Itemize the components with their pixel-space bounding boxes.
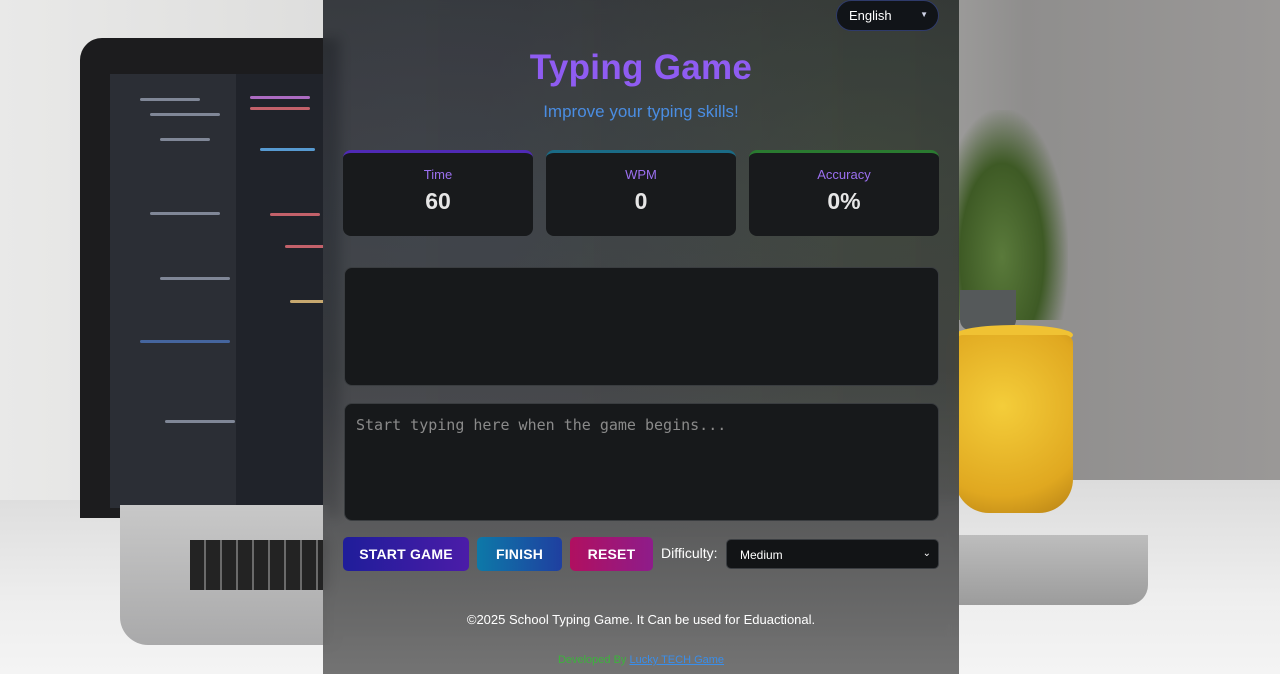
- page-title: Typing Game: [529, 48, 753, 87]
- credit-link[interactable]: Lucky TECH Game: [630, 654, 725, 666]
- background-code-line: [165, 420, 235, 423]
- page-subtitle: Improve your typing skills!: [543, 102, 739, 121]
- footer-copyright: ©2025 School Typing Game. It Can be used…: [466, 612, 816, 627]
- background-code-line: [150, 113, 220, 116]
- background-code-line: [285, 245, 325, 248]
- background-plant: [958, 110, 1068, 320]
- accuracy-stat-value: 0%: [827, 188, 861, 214]
- background-code-line: [140, 340, 230, 343]
- background-right-laptop: [958, 535, 1148, 605]
- background-code-line: [270, 213, 320, 216]
- time-stat-label: Time: [423, 167, 453, 182]
- background-code-line: [160, 138, 210, 141]
- background-code-line: [250, 96, 310, 99]
- language-select-value: English: [849, 8, 892, 23]
- credit-prefix: Developed By: [557, 654, 627, 666]
- wpm-stat-card: WPM 0: [546, 150, 736, 236]
- reset-button[interactable]: RESET: [570, 537, 653, 571]
- language-select[interactable]: English ▼: [836, 0, 939, 31]
- start-game-button[interactable]: START GAME: [343, 537, 469, 571]
- background-plant-pot: [960, 290, 1016, 330]
- difficulty-select[interactable]: Medium ⌄: [726, 539, 939, 569]
- background-code-line: [140, 98, 200, 101]
- background-code-line: [160, 277, 230, 280]
- accuracy-stat-card: Accuracy 0%: [749, 150, 939, 236]
- chevron-down-icon: ⌄: [922, 548, 931, 559]
- text-display: [344, 267, 939, 386]
- background-yellow-pot: [955, 335, 1073, 513]
- chevron-down-icon: ▼: [920, 10, 928, 19]
- difficulty-label: Difficulty:: [661, 545, 718, 561]
- time-stat-value: 60: [425, 188, 451, 214]
- accuracy-stat-label: Accuracy: [817, 167, 871, 182]
- background-code-line: [260, 148, 315, 151]
- finish-button[interactable]: FINISH: [477, 537, 562, 571]
- game-panel: English ▼ Typing Game Improve your typin…: [323, 0, 959, 674]
- typing-input[interactable]: [344, 403, 939, 521]
- background-keyboard: [190, 540, 330, 590]
- background-code-line: [250, 107, 310, 110]
- time-stat-card: Time 60: [343, 150, 533, 236]
- difficulty-select-value: Medium: [740, 548, 783, 562]
- wpm-stat-value: 0: [634, 188, 648, 214]
- background-code-line: [290, 300, 325, 303]
- footer-credit: Developed By Lucky TECH Game: [323, 654, 959, 666]
- wpm-stat-label: WPM: [625, 167, 657, 182]
- background-code-line: [150, 212, 220, 215]
